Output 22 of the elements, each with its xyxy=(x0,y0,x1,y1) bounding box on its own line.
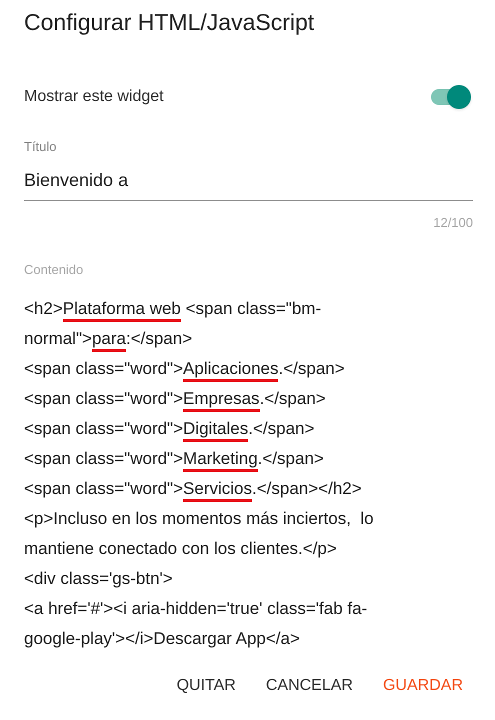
field-label: Contenido xyxy=(24,261,84,279)
code-line: <span class="word">Empresas.</span> xyxy=(24,384,473,414)
code-line: <div class='gs-btn'> xyxy=(24,568,174,590)
dialog-title: Configurar HTML/JavaScript xyxy=(24,8,316,37)
code-line: <span class="word">Aplicaciones.</span> xyxy=(24,354,473,384)
code-line: mantiene conectado con los clientes.</p> xyxy=(24,538,338,560)
code-line: <h2>Plataforma web <span class="bm- xyxy=(24,294,473,324)
toggle-label: Mostrar este widget xyxy=(24,87,164,107)
code-line: <a href='#'><i aria-hidden='true' class='fab fa- xyxy=(24,598,368,620)
title-input-field[interactable]: Bienvenido a xyxy=(24,166,473,200)
code-line: google-play'></i>Descargar App</a> xyxy=(24,628,301,650)
code-line: <span class="word">Marketing.</span> xyxy=(24,444,473,474)
toggle-switch[interactable] xyxy=(431,84,471,110)
toggle-thumb[interactable] xyxy=(447,85,471,109)
dialog-button[interactable]: QUITAR xyxy=(176,674,236,698)
code-line: <p>Incluso en los momentos más inciertos, lo xyxy=(24,508,375,530)
code-line: <span class="word">Digitales.</span> xyxy=(24,414,473,444)
dialog-button[interactable]: CANCELAR xyxy=(266,674,353,698)
character-counter: 12/100 xyxy=(433,214,473,232)
field-label: Título xyxy=(24,138,58,156)
code-line: <span class="word">Servicios.</span></h2> xyxy=(24,474,473,504)
code-line: normal">para:</span> xyxy=(24,324,473,354)
